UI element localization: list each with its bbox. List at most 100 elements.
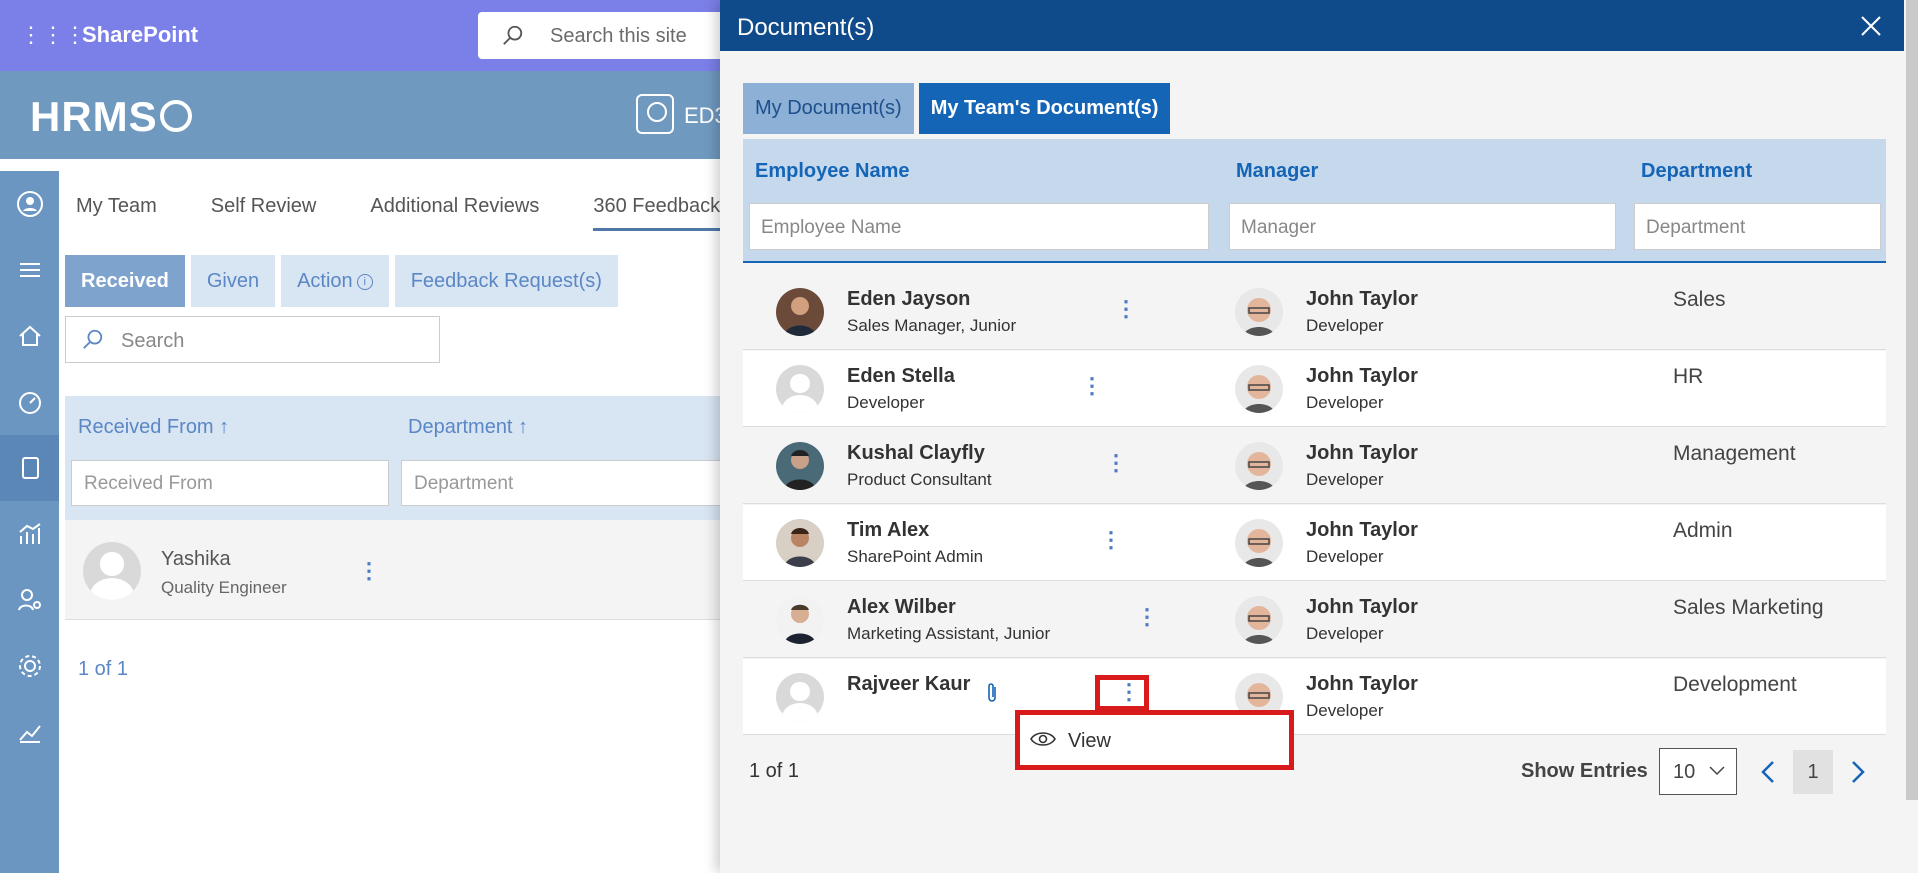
site-search-placeholder: Search this site [550,25,687,47]
employee-name: Kushal Clayfly [847,442,985,464]
employee-role: Marketing Assistant, Junior [847,624,1051,643]
employee-photo [776,288,824,336]
manager-role: Developer [1306,624,1384,643]
next-page-icon[interactable] [1837,752,1877,792]
employee-photo [776,519,824,567]
department-filter-input[interactable]: Department [401,460,721,506]
subtab-given[interactable]: Given [190,255,276,307]
employee-role: Developer [847,393,925,412]
manager-name: John Taylor [1306,288,1418,310]
manager-name: John Taylor [1306,673,1418,695]
received-from-filter-placeholder: Received From [84,473,213,494]
employee-name: Alex Wilber [847,596,956,618]
department-value: Sales Marketing [1673,596,1824,619]
manager-role: Developer [1306,547,1384,566]
department-filter-placeholder: Department [414,473,514,494]
employee-name: Yashika [161,548,231,570]
home-icon[interactable] [0,303,59,369]
tab-additional-reviews[interactable]: Additional Reviews [370,195,539,231]
entries-select[interactable]: 10 [1659,748,1737,795]
subtab-action[interactable]: Action i [281,255,389,307]
header-manager[interactable]: Manager [1236,160,1318,183]
avatar [776,673,824,721]
employee-name: Eden Jayson [847,288,971,310]
current-page-number[interactable]: 1 [1793,750,1833,794]
feedback-search-input[interactable]: Search [65,316,440,363]
tab-my-teams-documents[interactable]: My Team's Document(s) [918,83,1171,134]
manager-filter-placeholder: Manager [1241,217,1316,238]
department-filter-placeholder: Department [1646,217,1746,238]
chevron-down-icon [1709,766,1725,776]
department-value: HR [1673,365,1704,388]
header-department[interactable]: Department [1641,160,1752,183]
panel-scrollbar[interactable] [1906,0,1918,800]
eye-icon [1030,732,1056,746]
employee-name: Tim Alex [847,519,930,541]
avatar [776,365,824,413]
feedback-subtabs: Received Given Action i Feedback Request(… [65,255,624,307]
tab-my-documents[interactable]: My Document(s) [743,83,914,134]
attachment-icon[interactable] [984,681,1000,705]
feedback-tabs: My Team Self Review Additional Reviews 3… [76,195,774,231]
panel-pagination-text: 1 of 1 [749,760,800,782]
more-options-icon[interactable]: ⋮ [1100,529,1122,553]
more-options-icon[interactable]: ⋮ [1105,452,1127,476]
subtab-action-label: Action [297,270,353,292]
manager-name: John Taylor [1306,365,1418,387]
hrms-header: HRMS ED3 [0,71,727,159]
employee-role: Quality Engineer [161,578,287,597]
feedback-search-placeholder: Search [121,330,185,352]
subtab-received[interactable]: Received [65,255,185,307]
more-options-icon[interactable]: ⋮ [1118,681,1140,705]
table-row: Yashika Quality Engineer ⋮ [65,520,725,620]
analytics-icon[interactable] [0,501,59,567]
app-launcher-icon[interactable]: ⋮⋮⋮ [20,20,86,50]
sharepoint-title[interactable]: SharePoint [82,22,198,48]
employee-name: Eden Stella [847,365,955,387]
department-value: Development [1673,673,1797,696]
employee-name-filter-input[interactable]: Employee Name [749,203,1209,250]
subtab-feedback-requests[interactable]: Feedback Request(s) [394,255,618,307]
document-nav-icon[interactable] [0,435,59,501]
tab-self-review[interactable]: Self Review [211,195,317,231]
trend-chart-icon[interactable] [0,699,59,765]
manager-role: Developer [1306,470,1384,489]
tab-my-team[interactable]: My Team [76,195,157,231]
documents-table-header: Employee Name Manager Department Employe… [743,139,1886,263]
more-options-icon[interactable]: ⋮ [1115,298,1137,322]
department-filter-input[interactable]: Department [1634,203,1881,250]
header-department[interactable]: Department ↑ [408,416,528,439]
gear-icon[interactable] [0,633,59,699]
employee-photo [776,442,824,490]
menu-icon[interactable] [0,237,59,303]
user-settings-icon[interactable] [0,567,59,633]
manager-filter-input[interactable]: Manager [1229,203,1616,250]
dashboard-icon[interactable] [0,369,59,435]
department-value: Management [1673,442,1796,465]
header-received-from[interactable]: Received From ↑ [78,416,229,439]
profile-nav-icon[interactable] [0,171,59,237]
search-icon [503,25,523,45]
more-options-icon[interactable]: ⋮ [1081,375,1103,399]
row-more-options-button[interactable]: ⋮ [1095,675,1149,711]
feedback-table-header: Received From ↑ Department ↑ Received Fr… [65,396,725,520]
more-options-icon[interactable]: ⋮ [358,560,380,584]
table-row: Eden Jayson Sales Manager, Junior ⋮ John… [743,274,1886,350]
employee-role: Sales Manager, Junior [847,316,1017,335]
view-menu-item[interactable]: View [1020,715,1289,765]
tab-360-feedback[interactable]: 360 Feedback [593,195,721,231]
table-row: Kushal Clayfly Product Consultant ⋮ John… [743,428,1886,504]
manager-role: Developer [1306,701,1384,720]
manager-name: John Taylor [1306,596,1418,618]
close-icon[interactable] [1857,12,1885,40]
manager-name: John Taylor [1306,519,1418,541]
received-from-filter-input[interactable]: Received From [71,460,389,506]
manager-photo [1235,596,1283,644]
panel-title: Document(s) [737,14,875,41]
header-employee-name[interactable]: Employee Name [755,160,910,183]
employee-photo [776,596,824,644]
table-row: Tim Alex SharePoint Admin ⋮ John Taylor … [743,505,1886,581]
more-options-icon[interactable]: ⋮ [1136,606,1158,630]
previous-page-icon[interactable] [1749,752,1789,792]
department-value: Admin [1673,519,1733,542]
